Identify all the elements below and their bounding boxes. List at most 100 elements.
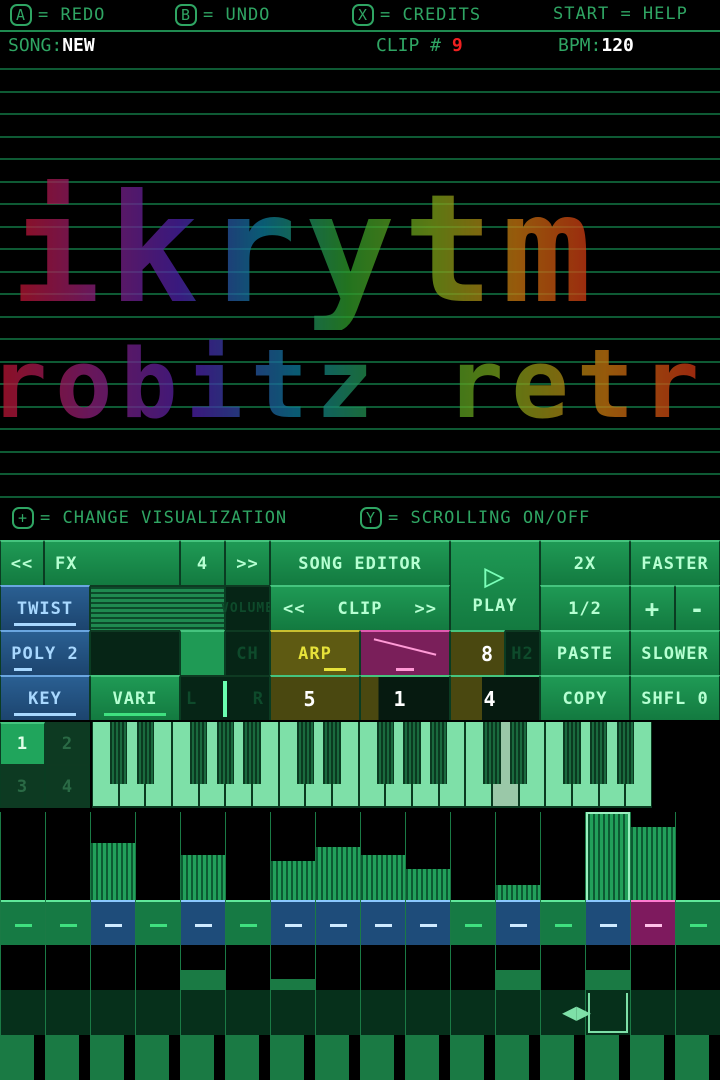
key-button[interactable]: KEY [0, 675, 90, 720]
step-button[interactable] [451, 900, 495, 945]
black-key[interactable] [323, 722, 341, 784]
channel-indicator [180, 630, 225, 675]
step-button[interactable] [586, 900, 630, 945]
black-key[interactable] [403, 722, 421, 784]
half-button[interactable]: 1/2 [540, 585, 630, 630]
clip-prev-button[interactable]: << [283, 599, 305, 619]
step-button[interactable] [676, 900, 720, 945]
scroll-arrows-icon[interactable]: ◀▶ [562, 998, 652, 1026]
hint-undo: B = UNDO [175, 4, 270, 26]
volume-slider[interactable] [90, 585, 225, 630]
velocity-bar[interactable] [361, 855, 405, 900]
empty-slot [90, 630, 180, 675]
pad-2[interactable]: 2 [45, 722, 90, 764]
h2-label: H2 [505, 630, 540, 675]
shuffle-button[interactable]: SHFL 0 [630, 675, 720, 720]
grid-line [0, 450, 720, 453]
step-button[interactable] [496, 900, 540, 945]
step-button[interactable] [181, 900, 225, 945]
velocity-bar[interactable] [316, 847, 360, 900]
black-key[interactable] [136, 722, 154, 784]
step-indicator [330, 924, 347, 927]
step-param-bar[interactable] [496, 969, 540, 990]
paste-button[interactable]: PASTE [540, 630, 630, 675]
step-param-bar[interactable] [181, 969, 225, 990]
clip-next-button[interactable]: >> [415, 599, 437, 619]
black-key[interactable] [110, 722, 128, 784]
plus-button[interactable]: + [630, 585, 675, 630]
2x-button[interactable]: 2X [540, 540, 630, 585]
fx-selector[interactable]: FX [44, 540, 180, 585]
black-key[interactable] [590, 722, 608, 784]
step-indicator [465, 924, 482, 927]
step-indicator [690, 924, 707, 927]
black-key[interactable] [216, 722, 234, 784]
pad-4[interactable]: 4 [45, 764, 90, 808]
pad-1[interactable]: 1 [0, 722, 45, 764]
hint-credits: X = CREDITS [352, 4, 481, 26]
step-button[interactable] [91, 900, 135, 945]
song-editor-button[interactable]: SONG EDITOR [270, 540, 450, 585]
step-button[interactable] [316, 900, 360, 945]
black-key[interactable] [510, 722, 528, 784]
step-indicator [600, 924, 617, 927]
step-button[interactable] [136, 900, 180, 945]
twist-button[interactable]: TWIST [0, 585, 90, 630]
arp-value[interactable]: 8 [450, 630, 505, 675]
step-button[interactable] [406, 900, 450, 945]
bpm: BPM:120 [558, 35, 634, 56]
step-button[interactable] [361, 900, 405, 945]
black-key[interactable] [243, 722, 261, 784]
value-1[interactable]: 5 [270, 675, 360, 720]
black-key[interactable] [296, 722, 314, 784]
black-key[interactable] [616, 722, 634, 784]
velocity-bar[interactable] [91, 842, 135, 900]
arp-button[interactable]: ARP [270, 630, 360, 675]
value-3[interactable]: 4 [450, 675, 540, 720]
velocity-bar[interactable] [271, 861, 315, 900]
step-scroll-strip[interactable] [0, 1035, 720, 1080]
fx-prev-button[interactable]: << [0, 540, 44, 585]
arp-direction-button[interactable] [360, 630, 450, 675]
black-key[interactable] [190, 722, 208, 784]
play-button[interactable]: ▷ PLAY [450, 540, 540, 630]
black-key[interactable] [483, 722, 501, 784]
step-indicator [645, 924, 662, 927]
step-button[interactable] [226, 900, 270, 945]
pad-3[interactable]: 3 [0, 764, 45, 808]
step-button[interactable] [46, 900, 90, 945]
pan-slider[interactable]: LR [180, 675, 270, 720]
minus-button[interactable]: - [675, 585, 720, 630]
velocity-bar[interactable] [406, 869, 450, 900]
pan-handle[interactable] [223, 680, 227, 717]
step-button[interactable] [631, 900, 675, 945]
fx-next-button[interactable]: >> [225, 540, 270, 585]
slope-down-icon [373, 638, 437, 656]
value-2[interactable]: 1 [360, 675, 450, 720]
poly-button[interactable]: POLY 2 [0, 630, 90, 675]
y-button-icon: Y [360, 507, 382, 529]
vari-button[interactable]: VARI [90, 675, 180, 720]
visualization-logo: ikrytm [10, 163, 600, 337]
step-button[interactable] [271, 900, 315, 945]
black-key[interactable] [563, 722, 581, 784]
black-key[interactable] [430, 722, 448, 784]
black-key[interactable] [376, 722, 394, 784]
piano-keyboard[interactable] [92, 722, 652, 808]
copy-button[interactable]: COPY [540, 675, 630, 720]
step-indicator [60, 924, 77, 927]
grid-line [0, 158, 720, 160]
velocity-bar[interactable] [586, 812, 630, 900]
clip-selector[interactable]: << CLIP >> [270, 585, 450, 630]
velocity-bar[interactable] [496, 885, 540, 900]
slower-button[interactable]: SLOWER [630, 630, 720, 675]
step-param-bar[interactable] [586, 969, 630, 990]
faster-button[interactable]: FASTER [630, 540, 720, 585]
step-button[interactable] [541, 900, 585, 945]
velocity-bar[interactable] [181, 855, 225, 900]
velocity-bar[interactable] [631, 826, 675, 900]
a-button-icon: A [10, 4, 32, 26]
grid-line [0, 495, 720, 498]
step-param-bar[interactable] [271, 978, 315, 990]
step-button[interactable] [1, 900, 45, 945]
